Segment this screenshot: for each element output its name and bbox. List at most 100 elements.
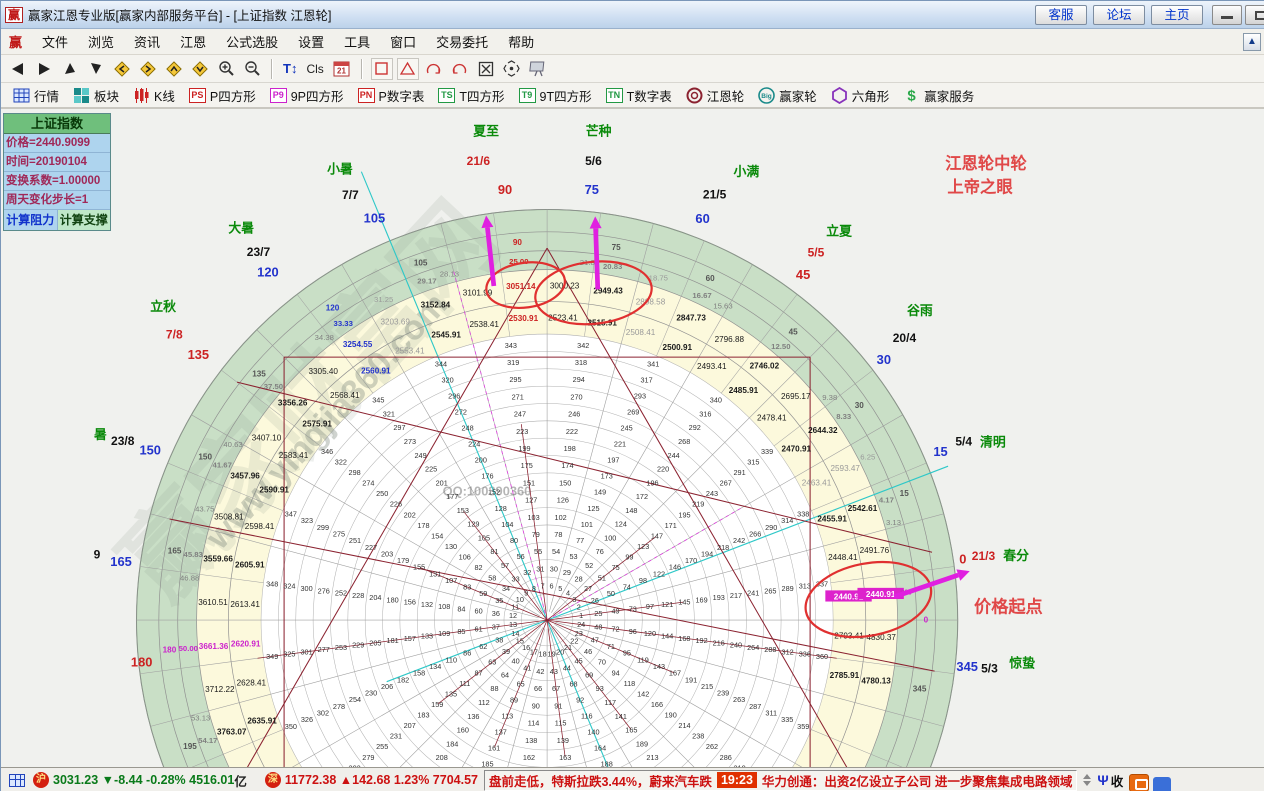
tool-六角形[interactable]: 六角形 <box>827 84 895 107</box>
ticker-scroll-buttons[interactable] <box>1083 774 1091 786</box>
menu-item-1[interactable]: 浏览 <box>78 28 124 55</box>
svg-text:34.38: 34.38 <box>315 333 334 342</box>
svg-text:2485.91: 2485.91 <box>729 386 759 395</box>
nav-forward-icon[interactable] <box>33 58 55 80</box>
menu-item-0[interactable]: 文件 <box>32 28 78 55</box>
svg-text:360: 360 <box>816 652 828 661</box>
time-updown-icon[interactable]: T↕ <box>281 61 299 76</box>
tool-9T四方形[interactable]: T99T四方形 <box>515 84 597 107</box>
tool-T四方形[interactable]: TST四方形 <box>434 84 509 107</box>
svg-text:3508.81: 3508.81 <box>214 512 244 521</box>
menu-item-9[interactable]: 帮助 <box>498 28 544 55</box>
zoom-out-icon[interactable] <box>241 58 263 80</box>
menu-item-8[interactable]: 交易委托 <box>426 28 498 55</box>
svg-text:78: 78 <box>554 530 562 539</box>
calc-support-button[interactable]: 计算支撑 <box>58 210 111 230</box>
svg-text:70: 70 <box>598 658 606 667</box>
tool-板块[interactable]: 板块 <box>69 84 124 107</box>
draw-arc-cw-icon[interactable] <box>423 58 445 80</box>
center-target-icon[interactable] <box>501 58 523 80</box>
draw-arc-ccw-icon[interactable] <box>449 58 471 80</box>
tool-T数字表[interactable]: TNT数字表 <box>602 84 677 107</box>
gann-wheel-svg[interactable]: 赢家财富网www.yingjia360.comQQ:10039036012345… <box>1 109 1264 767</box>
diamond-up-icon[interactable] <box>163 58 185 80</box>
draw-rect-icon[interactable] <box>371 58 393 80</box>
svg-text:33: 33 <box>512 575 520 584</box>
svg-text:177: 177 <box>446 492 458 501</box>
title-bar: 赢 赢家江恩专业版[赢家内部服务平台] - [上证指数 江恩轮] 客服 论坛 主… <box>1 1 1264 29</box>
svg-text:267: 267 <box>720 479 732 488</box>
panel-row-3: 周天变化步长=1 <box>4 191 110 210</box>
board-icon[interactable] <box>527 58 549 80</box>
menu-item-6[interactable]: 工具 <box>334 28 380 55</box>
tool-9P四方形[interactable]: P99P四方形 <box>266 84 349 107</box>
svg-text:241: 241 <box>747 589 759 598</box>
svg-text:347: 347 <box>285 510 297 519</box>
app-tray-icon-orange[interactable] <box>1129 774 1149 791</box>
svg-text:12.50: 12.50 <box>771 342 790 351</box>
svg-text:273: 273 <box>404 437 416 446</box>
tool-P数字表[interactable]: PNP数字表 <box>354 84 430 107</box>
zoom-in-icon[interactable] <box>215 58 237 80</box>
minimize-button[interactable] <box>1212 5 1242 25</box>
nav-down-icon[interactable] <box>85 58 107 80</box>
svg-text:48: 48 <box>594 622 602 631</box>
menu-item-2[interactable]: 资讯 <box>124 28 170 55</box>
svg-text:25: 25 <box>594 609 602 618</box>
menu-item-4[interactable]: 公式选股 <box>216 28 288 55</box>
svg-text:228: 228 <box>352 591 364 600</box>
svg-text:150: 150 <box>198 453 212 462</box>
gann-wheel-chart[interactable]: 赢家财富网www.yingjia360.comQQ:10039036012345… <box>1 109 1264 767</box>
tool-江恩轮[interactable]: 江恩轮 <box>682 84 750 107</box>
service-button[interactable]: 客服 <box>1035 5 1087 25</box>
delete-box-icon[interactable] <box>475 58 497 80</box>
maximize-button[interactable] <box>1245 5 1264 25</box>
tool-行情[interactable]: 行情 <box>9 84 64 107</box>
calc-resistance-button[interactable]: 计算阻力 <box>4 210 58 230</box>
svg-text:75: 75 <box>612 563 620 572</box>
svg-text:208: 208 <box>436 753 448 762</box>
signal-antenna-icon: Ψ <box>1097 772 1108 788</box>
homepage-button[interactable]: 主页 <box>1151 5 1203 25</box>
svg-text:21/6: 21/6 <box>467 154 491 168</box>
svg-text:2620.91: 2620.91 <box>231 639 261 648</box>
svg-text:344: 344 <box>435 360 447 369</box>
svg-text:2530.91: 2530.91 <box>509 314 539 323</box>
svg-text:29: 29 <box>563 568 571 577</box>
tool-P四方形[interactable]: PSP四方形 <box>185 84 261 107</box>
sh-price: 3031.23 <box>53 773 98 787</box>
svg-text:336: 336 <box>799 650 811 659</box>
tool-赢家轮[interactable]: Big赢家轮 <box>754 84 822 107</box>
diamond-left-icon[interactable] <box>111 58 133 80</box>
svg-text:56: 56 <box>517 552 525 561</box>
diamond-down-icon[interactable] <box>189 58 211 80</box>
mdi-child-button[interactable]: ▲ <box>1243 33 1261 51</box>
menu-item-3[interactable]: 江恩 <box>170 28 216 55</box>
svg-text:123: 123 <box>637 542 649 551</box>
tool-赢家服务[interactable]: $赢家服务 <box>899 84 979 107</box>
svg-text:128: 128 <box>495 504 507 513</box>
svg-text:231: 231 <box>390 732 402 741</box>
hex-icon <box>831 87 848 104</box>
tool-label: 行情 <box>34 86 59 105</box>
app-tray-icon-blue[interactable] <box>1153 777 1171 791</box>
tool-label: 板块 <box>94 86 119 105</box>
diamond-right-icon[interactable] <box>137 58 159 80</box>
svg-text:290: 290 <box>765 523 777 532</box>
nav-back-icon[interactable] <box>7 58 29 80</box>
cls-button[interactable]: Cls <box>303 62 326 76</box>
menu-item-5[interactable]: 设置 <box>288 28 334 55</box>
svg-text:137: 137 <box>495 728 507 737</box>
menu-item-7[interactable]: 窗口 <box>380 28 426 55</box>
news-ticker[interactable]: 盘前走低，特斯拉跌3.44%，蔚来汽车跌 19:23 华力创通：出资2亿设立子公… <box>484 770 1077 791</box>
nav-up-icon[interactable] <box>59 58 81 80</box>
tool-K线[interactable]: K线 <box>129 84 180 107</box>
svg-text:2478.41: 2478.41 <box>757 413 787 422</box>
svg-text:226: 226 <box>390 500 402 509</box>
market-table-icon[interactable] <box>9 774 25 787</box>
svg-text:214: 214 <box>678 721 690 730</box>
forum-button[interactable]: 论坛 <box>1093 5 1145 25</box>
draw-triangle-icon[interactable] <box>397 58 419 80</box>
svg-text:7: 7 <box>541 582 545 591</box>
calendar-icon[interactable]: 21 <box>331 58 353 80</box>
